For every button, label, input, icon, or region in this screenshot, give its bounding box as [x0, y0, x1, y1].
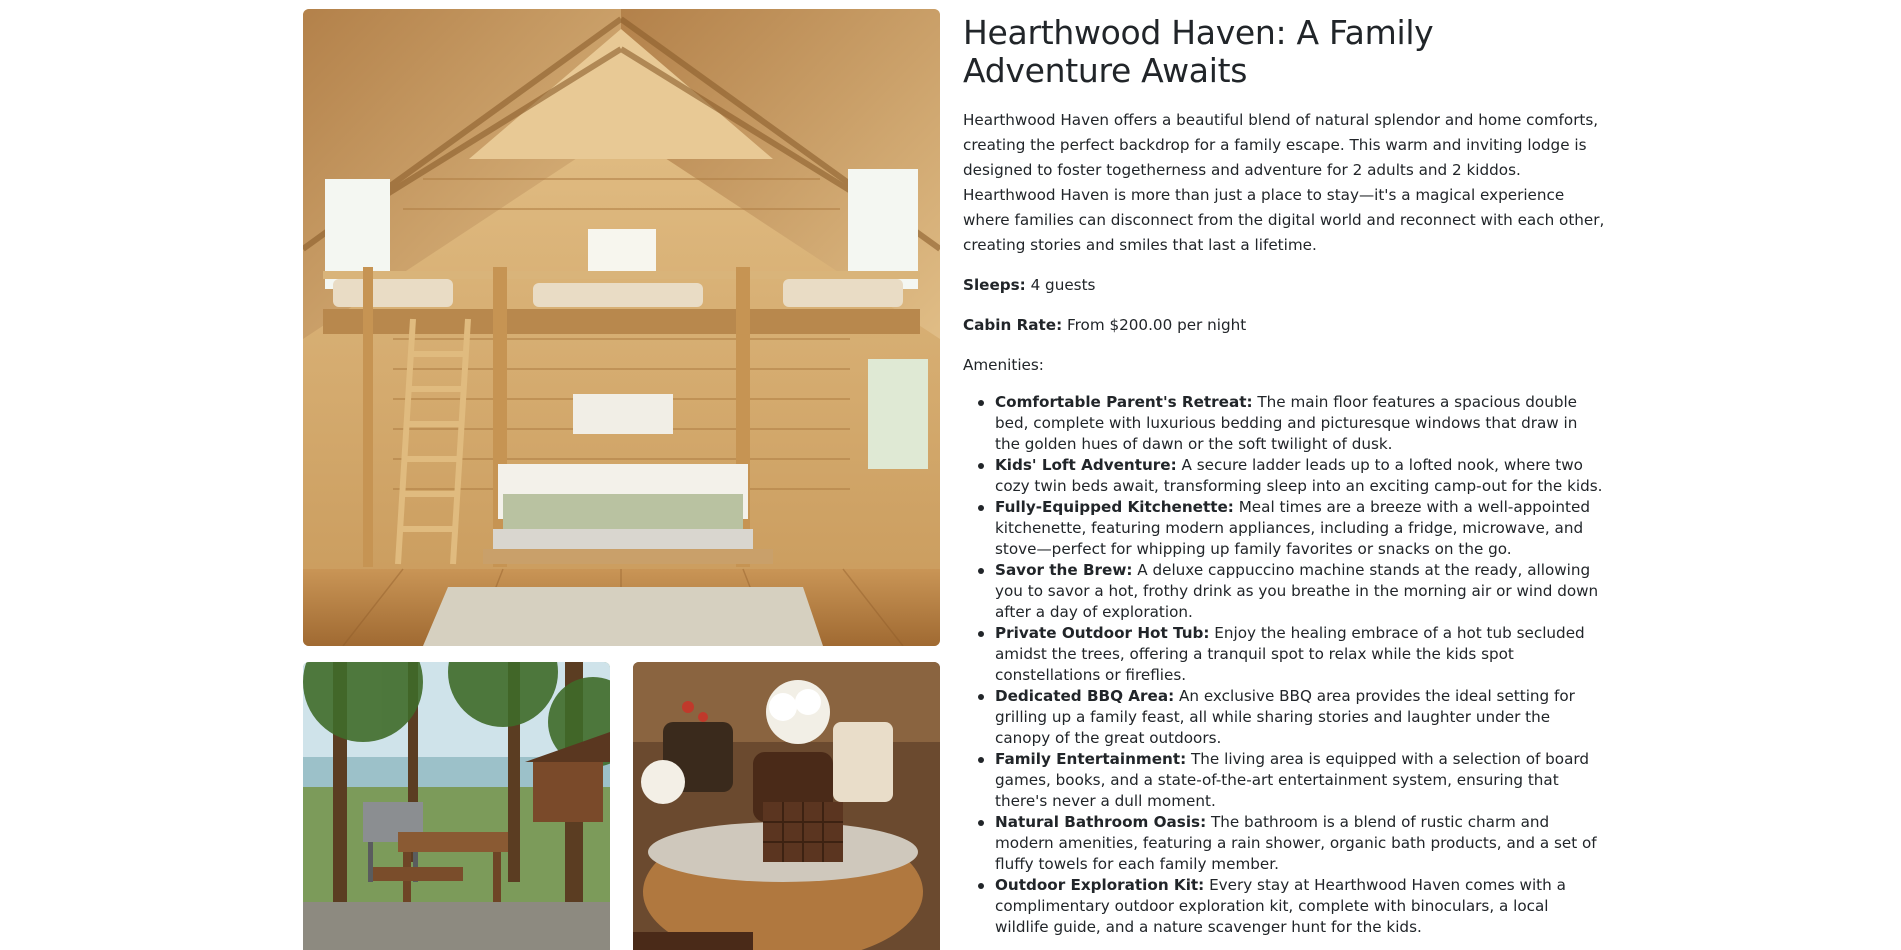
amenity-name: Outdoor Exploration Kit: [995, 876, 1205, 894]
sleeps-value: 4 guests [1030, 276, 1096, 294]
amenity-item: Outdoor Exploration Kit: Every stay at H… [978, 875, 1605, 938]
amenity-item: Private Outdoor Hot Tub: Enjoy the heali… [978, 623, 1605, 686]
amenity-item: Dedicated BBQ Area: An exclusive BBQ are… [978, 686, 1605, 749]
amenity-item: Savor the Brew: A deluxe cappuccino mach… [978, 560, 1605, 623]
amenities-heading: Amenities: [963, 356, 1044, 374]
sleeps-info: Sleeps: 4 guests [963, 273, 1605, 298]
amenity-name: Kids' Loft Adventure: [995, 456, 1177, 474]
amenity-item: Comfortable Parent's Retreat: The main f… [978, 392, 1605, 455]
listing-title: Hearthwood Haven: A Family Adventure Awa… [963, 13, 1434, 90]
amenity-item: Natural Bathroom Oasis: The bathroom is … [978, 812, 1605, 875]
bbq-area-photo[interactable] [303, 662, 610, 950]
amenity-item: Family Entertainment: The living area is… [978, 749, 1605, 812]
listing-description: Hearthwood Haven offers a beautiful blen… [963, 111, 1605, 254]
listing-details: Hearthwood Haven: A Family Adventure Awa… [963, 14, 1605, 938]
cabin-interior-photo[interactable] [303, 9, 940, 646]
sleeps-label: Sleeps: [963, 276, 1026, 294]
amenities-list: Comfortable Parent's Retreat: The main f… [963, 392, 1605, 938]
cabin-rate-info: Cabin Rate: From $200.00 per night [963, 313, 1605, 338]
amenity-name: Dedicated BBQ Area: [995, 687, 1175, 705]
amenity-name: Comfortable Parent's Retreat: [995, 393, 1253, 411]
cabin-rate-label: Cabin Rate: [963, 316, 1063, 334]
amenity-name: Savor the Brew: [995, 561, 1133, 579]
amenity-item: Kids' Loft Adventure: A secure ladder le… [978, 455, 1605, 497]
amenity-name: Fully-Equipped Kitchenette: [995, 498, 1234, 516]
amenity-name: Family Entertainment: [995, 750, 1187, 768]
smores-basket-photo[interactable] [633, 662, 940, 950]
amenity-name: Natural Bathroom Oasis: [995, 813, 1207, 831]
amenity-name: Private Outdoor Hot Tub: [995, 624, 1210, 642]
amenity-item: Fully-Equipped Kitchenette: Meal times a… [978, 497, 1605, 560]
cabin-rate-value: From $200.00 per night [1066, 316, 1247, 334]
